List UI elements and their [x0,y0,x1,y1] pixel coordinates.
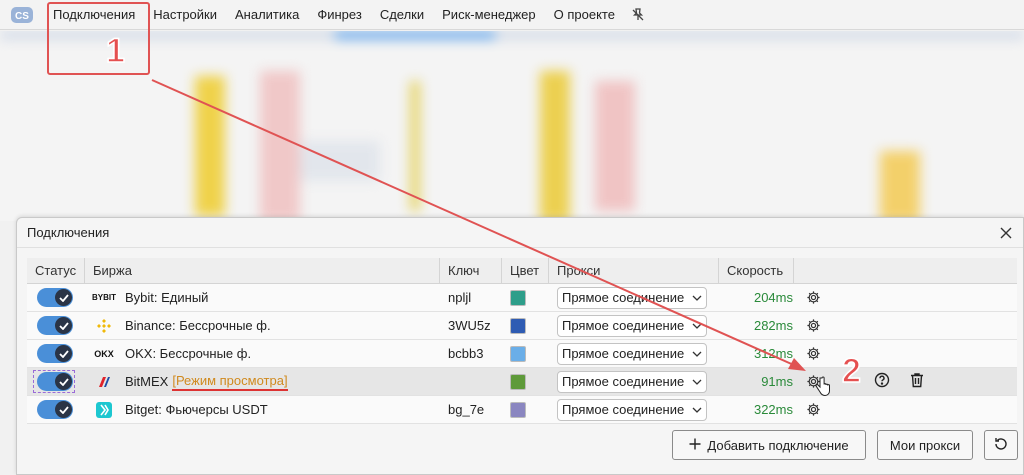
bitmex-logo-icon [93,374,115,390]
plus-icon [689,438,701,453]
proxy-select[interactable]: Прямое соединение [557,314,707,337]
menu-analytics[interactable]: Аналитика [226,0,308,30]
connections-table: Статус Биржа Ключ Цвет Прокси Скорость B… [27,258,1017,424]
annotation-highlight-box [47,2,150,75]
proxy-select[interactable]: Прямое соединение [557,398,707,421]
exchange-name: Binance: Бессрочные ф. [125,318,271,333]
proxy-select[interactable]: Прямое соединение [557,370,707,393]
panel-header: Подключения [17,218,1023,248]
gear-icon[interactable] [804,317,822,335]
ping-speed: 282ms [753,318,793,333]
column-actions [794,258,1017,283]
exchange-name: Bybit: Единый [125,290,209,305]
panel-title: Подключения [27,225,110,240]
color-swatch[interactable] [510,289,526,306]
color-swatch[interactable] [510,345,526,362]
table-row[interactable]: Bitget: Фьючерсы USDT bg_7e Прямое соеди… [27,396,1017,424]
column-speed[interactable]: Скорость [719,258,794,283]
hand-cursor-icon [814,376,832,401]
column-key[interactable]: Ключ [440,258,502,283]
view-mode-label: [Режим просмотра] [172,373,288,391]
annotation-step-2: 2 [841,351,861,391]
menu-about[interactable]: О проекте [545,0,624,30]
connections-panel: Подключения Статус Биржа Ключ Цвет Прокс… [16,217,1024,475]
column-status[interactable]: Статус [27,258,85,283]
exchange-name: BitMEX [125,374,169,389]
chevron-down-icon [692,379,702,385]
top-menu-bar: CS Подключения Настройки Аналитика Финре… [0,0,1024,30]
menu-deals[interactable]: Сделки [371,0,433,30]
gear-icon[interactable] [804,401,822,419]
chevron-down-icon [692,295,702,301]
api-key: 3WU5z [448,318,491,333]
bitget-logo-icon [93,401,115,418]
refresh-icon [993,436,1009,455]
api-key: bg_7e [448,402,485,417]
refresh-button[interactable] [984,430,1018,460]
bybit-logo-icon: BYBIT [92,293,116,302]
ping-speed: 312ms [753,346,793,361]
ping-speed: 322ms [753,402,793,417]
okx-logo-icon: OKX [94,348,114,359]
table-row[interactable]: BitMEX [Режим просмотра] Прямое соединен… [27,368,1017,396]
color-swatch[interactable] [510,373,526,390]
status-toggle[interactable] [35,344,73,363]
api-key: bcbb3 [448,346,484,361]
ping-speed: 204ms [753,290,793,305]
gear-icon[interactable] [804,345,822,363]
ping-speed: 91ms [761,374,793,389]
annotation-step-1: 1 [105,31,125,71]
pin-off-icon[interactable] [624,0,652,30]
color-swatch[interactable] [510,401,526,418]
proxy-select[interactable]: Прямое соединение [557,342,707,365]
table-row[interactable]: OKX OKX: Бессрочные ф. bcbb3 Прямое соед… [27,340,1017,368]
help-icon[interactable] [874,372,890,391]
column-exchange[interactable]: Биржа [85,258,440,283]
add-connection-button[interactable]: Добавить подключение [672,430,866,460]
exchange-name: OKX: Бессрочные ф. [125,346,252,361]
trash-icon[interactable] [910,372,924,391]
chevron-down-icon [692,407,702,413]
proxy-select[interactable]: Прямое соединение [557,286,707,309]
status-toggle[interactable] [33,370,75,393]
api-key [440,368,502,396]
gear-icon[interactable] [804,289,822,307]
status-toggle[interactable] [35,400,73,419]
menu-risk-manager[interactable]: Риск-менеджер [433,0,544,30]
color-swatch[interactable] [510,317,526,334]
app-logo-icon[interactable]: CS [0,0,44,30]
status-toggle[interactable] [35,288,73,307]
chevron-down-icon [692,351,702,357]
column-color[interactable]: Цвет [502,258,549,283]
chevron-down-icon [692,323,702,329]
binance-logo-icon [93,318,115,334]
close-icon[interactable] [997,224,1015,242]
svg-text:CS: CS [15,11,29,22]
column-proxy[interactable]: Прокси [549,258,719,283]
api-key: npljl [448,290,472,305]
menu-finrez[interactable]: Финрез [308,0,370,30]
blurred-background [0,31,1024,221]
menu-settings[interactable]: Настройки [144,0,226,30]
table-header: Статус Биржа Ключ Цвет Прокси Скорость [27,258,1017,284]
table-row[interactable]: Binance: Бессрочные ф. 3WU5z Прямое соед… [27,312,1017,340]
exchange-name: Bitget: Фьючерсы USDT [125,402,268,417]
my-proxies-button[interactable]: Мои прокси [877,430,973,460]
table-row[interactable]: BYBIT Bybit: Единый npljl Прямое соедине… [27,284,1017,312]
status-toggle[interactable] [35,316,73,335]
